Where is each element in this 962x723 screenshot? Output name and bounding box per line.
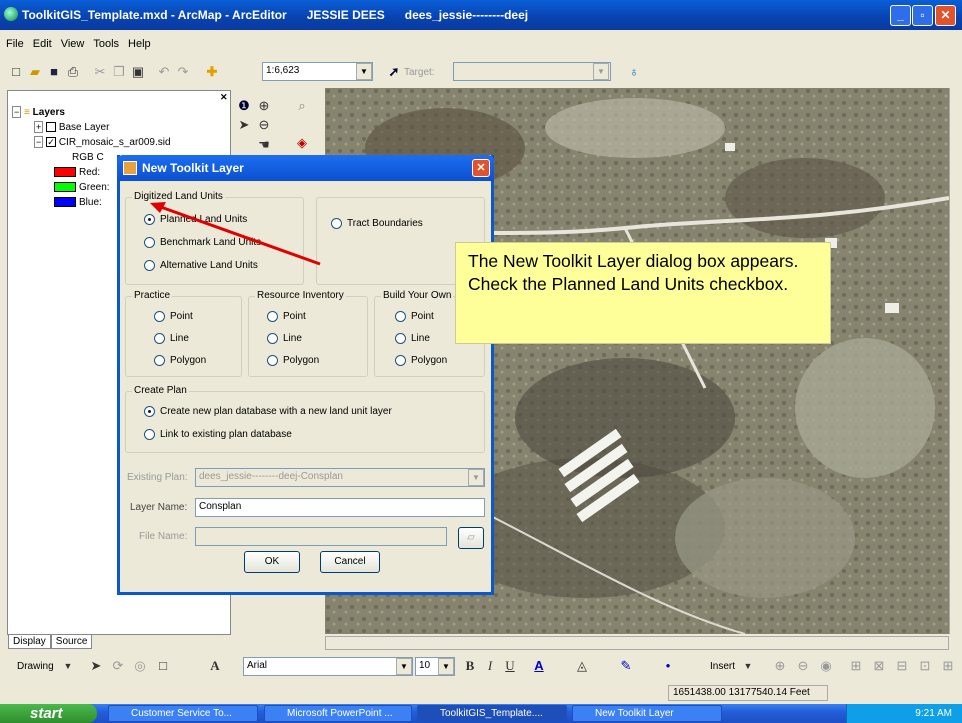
tutorial-callout: The New Toolkit Layer dialog box appears…	[455, 242, 831, 344]
annotation-arrow	[150, 202, 321, 266]
